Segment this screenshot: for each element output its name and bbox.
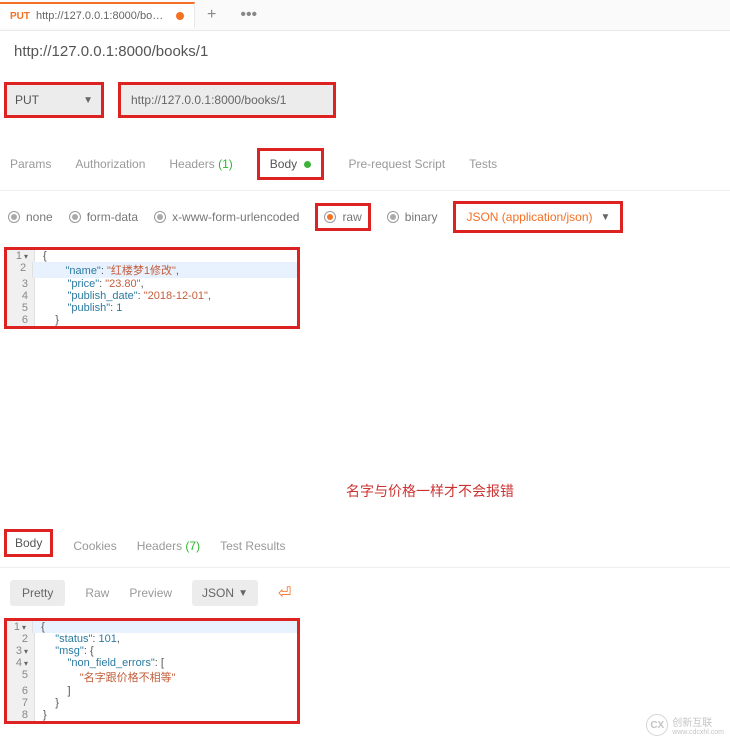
watermark-sub: www.cdcxhl.com (672, 729, 724, 736)
request-title: http://127.0.0.1:8000/books/1 (0, 31, 730, 72)
body-type-form-label: form-data (87, 210, 138, 224)
resp-tab-body[interactable]: Body (4, 529, 53, 557)
tab-bar: PUT http://127.0.0.1:8000/books/ + ••• (0, 0, 730, 31)
request-body-editor[interactable]: 1{ 2 "name": "红楼梦1修改", 3 "price": "23.80… (4, 247, 300, 329)
gutter-line: 7 (7, 697, 35, 709)
gutter-line[interactable]: 4 (7, 657, 35, 669)
new-tab-button[interactable]: + (195, 0, 228, 30)
watermark: CX 创新互联 www.cdcxhl.com (646, 714, 724, 736)
resp-format-pretty[interactable]: Pretty (10, 580, 65, 606)
chevron-down-icon: ▼ (83, 95, 93, 106)
chevron-down-icon: ▼ (601, 212, 611, 223)
radio-icon (69, 211, 81, 223)
wrap-lines-icon[interactable]: ⏎ (278, 583, 291, 603)
body-type-urlencoded[interactable]: x-www-form-urlencoded (154, 210, 299, 224)
tab-headers[interactable]: Headers (1) (169, 157, 232, 171)
body-type-binary-label: binary (405, 210, 438, 224)
content-type-value: JSON (application/json) (466, 210, 592, 224)
response-tabs: Body Cookies Headers (7) Test Results (0, 529, 730, 568)
gutter-line: 5 (7, 302, 35, 314)
tab-method-badge: PUT (10, 11, 30, 22)
tab-headers-label: Headers (169, 157, 214, 171)
watermark-text: 创新互联 (672, 714, 724, 729)
resp-tab-headers-count: (7) (185, 539, 200, 553)
resp-lang-select[interactable]: JSON ▼ (192, 580, 258, 606)
body-type-row: none form-data x-www-form-urlencoded raw… (0, 191, 730, 243)
tab-prerequest[interactable]: Pre-request Script (348, 157, 445, 171)
gutter-line: 6 (7, 685, 35, 697)
radio-icon (324, 211, 336, 223)
gutter-line: 2 (7, 262, 33, 278)
tab-body-indicator (304, 161, 311, 168)
method-select[interactable]: PUT ▼ (4, 82, 104, 118)
tab-tests[interactable]: Tests (469, 157, 497, 171)
resp-format-raw[interactable]: Raw (85, 586, 109, 600)
response-format-row: Pretty Raw Preview JSON ▼ ⏎ (0, 568, 730, 618)
tab-overflow-button[interactable]: ••• (228, 0, 269, 30)
url-input-value: http://127.0.0.1:8000/books/1 (131, 93, 286, 107)
method-select-value: PUT (15, 93, 39, 107)
request-bar: PUT ▼ http://127.0.0.1:8000/books/1 (0, 72, 730, 128)
resp-lang-value: JSON (202, 586, 234, 600)
tab-authorization[interactable]: Authorization (75, 157, 145, 171)
body-type-raw-label: raw (342, 210, 361, 224)
body-type-form-data[interactable]: form-data (69, 210, 138, 224)
gutter-line: 6 (7, 314, 35, 326)
resp-tab-cookies[interactable]: Cookies (73, 539, 116, 557)
tab-headers-count: (1) (218, 157, 233, 171)
annotation-text: 名字与价格一样才不会报错 (346, 481, 514, 501)
tab-body[interactable]: Body (257, 148, 325, 180)
gutter-line: 2 (7, 633, 35, 645)
body-type-none-label: none (26, 210, 53, 224)
watermark-logo: CX (646, 714, 668, 736)
resp-tab-headers[interactable]: Headers (7) (137, 539, 200, 557)
body-type-none[interactable]: none (8, 210, 53, 224)
gutter-line: 3 (7, 278, 35, 290)
body-type-raw[interactable]: raw (315, 203, 370, 231)
tab-body-label: Body (270, 157, 297, 171)
tab-params[interactable]: Params (10, 157, 51, 171)
radio-icon (154, 211, 166, 223)
radio-icon (8, 211, 20, 223)
radio-icon (387, 211, 399, 223)
gutter-line[interactable]: 3 (7, 645, 35, 657)
request-tab[interactable]: PUT http://127.0.0.1:8000/books/ (0, 2, 195, 28)
request-subtabs: Params Authorization Headers (1) Body Pr… (0, 128, 730, 191)
gutter-line[interactable]: 1 (7, 250, 35, 262)
resp-tab-tests[interactable]: Test Results (220, 539, 285, 557)
tab-unsaved-dot (176, 12, 184, 20)
content-type-select[interactable]: JSON (application/json) ▼ (453, 201, 623, 233)
resp-tab-headers-label: Headers (137, 539, 182, 553)
chevron-down-icon: ▼ (238, 588, 248, 599)
gutter-line: 5 (7, 669, 35, 685)
resp-format-preview[interactable]: Preview (129, 586, 172, 600)
body-type-urlenc-label: x-www-form-urlencoded (172, 210, 299, 224)
url-input[interactable]: http://127.0.0.1:8000/books/1 (118, 82, 336, 118)
gutter-line: 8 (7, 709, 35, 721)
body-type-binary[interactable]: binary (387, 210, 438, 224)
tab-title: http://127.0.0.1:8000/books/ (36, 10, 166, 22)
response-body-editor[interactable]: 1{ 2 "status": 101, 3 "msg": { 4 "non_fi… (4, 618, 300, 724)
gutter-line[interactable]: 1 (7, 621, 33, 633)
gutter-line: 4 (7, 290, 35, 302)
